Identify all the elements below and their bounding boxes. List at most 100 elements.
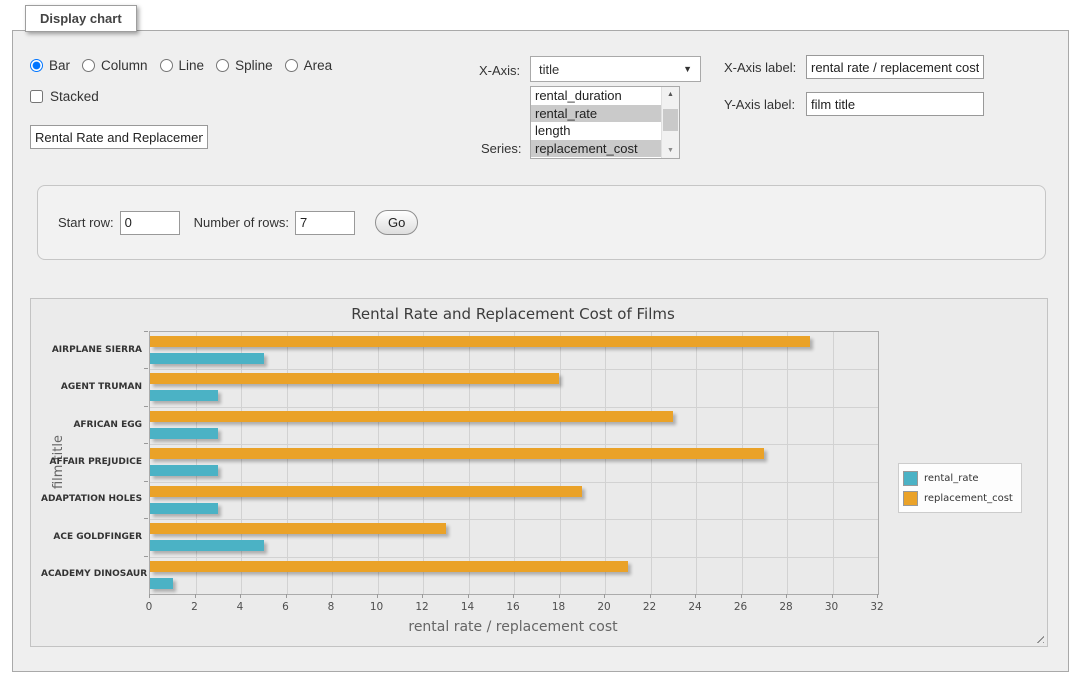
series-option-replacement_cost[interactable]: replacement_cost bbox=[531, 140, 662, 158]
gridline-horizontal bbox=[150, 519, 878, 520]
x-tick-mark bbox=[468, 594, 469, 598]
legend-label: rental_rate bbox=[924, 473, 979, 484]
gridline-horizontal bbox=[150, 369, 878, 370]
chart-type-label: Line bbox=[179, 58, 205, 73]
series-options: rental_durationrental_ratelengthreplacem… bbox=[531, 87, 662, 157]
scroll-down-icon[interactable]: ▼ bbox=[662, 143, 679, 158]
go-button[interactable]: Go bbox=[375, 210, 418, 235]
x-tick-mark bbox=[650, 594, 651, 598]
gridline-vertical bbox=[651, 332, 652, 594]
chart-type-radio-bar[interactable] bbox=[30, 59, 43, 72]
chart-type-radio-spline[interactable] bbox=[216, 59, 229, 72]
x-axis-label-input[interactable] bbox=[806, 55, 984, 79]
category-label: AFRICAN EGG bbox=[41, 420, 142, 430]
plot-area bbox=[149, 331, 879, 595]
legend-label: replacement_cost bbox=[924, 493, 1013, 504]
start-row-input[interactable] bbox=[120, 211, 180, 235]
chart-type-label: Spline bbox=[235, 58, 273, 73]
bar-rental_rate bbox=[150, 465, 218, 476]
start-row-label: Start row: bbox=[58, 215, 114, 230]
bar-rental_rate bbox=[150, 390, 218, 401]
x-tick-mark bbox=[195, 594, 196, 598]
chart-type-radio-group: BarColumnLineSplineArea bbox=[30, 58, 340, 73]
x-tick-label: 4 bbox=[225, 601, 255, 613]
bar-replacement_cost bbox=[150, 373, 559, 384]
category-label: AIRPLANE SIERRA bbox=[41, 345, 142, 355]
gridline-vertical bbox=[287, 332, 288, 594]
bar-replacement_cost bbox=[150, 523, 446, 534]
bar-replacement_cost bbox=[150, 486, 582, 497]
x-tick-label: 6 bbox=[271, 601, 301, 613]
category-label: ADAPTATION HOLES bbox=[41, 494, 142, 504]
stacked-label: Stacked bbox=[50, 89, 99, 104]
chart-type-radio-column[interactable] bbox=[82, 59, 95, 72]
x-tick-label: 20 bbox=[589, 601, 619, 613]
x-tick-mark bbox=[240, 594, 241, 598]
bar-replacement_cost bbox=[150, 411, 673, 422]
stacked-checkbox[interactable] bbox=[30, 90, 43, 103]
legend-swatch-icon bbox=[903, 491, 918, 506]
gridline-vertical bbox=[423, 332, 424, 594]
num-rows-label: Number of rows: bbox=[194, 215, 289, 230]
chart-type-radio-area[interactable] bbox=[285, 59, 298, 72]
x-tick-mark bbox=[877, 594, 878, 598]
gridline-horizontal bbox=[150, 444, 878, 445]
bar-replacement_cost bbox=[150, 448, 764, 459]
x-tick-mark bbox=[286, 594, 287, 598]
scroll-up-icon[interactable]: ▲ bbox=[662, 87, 679, 102]
chart-type-label: Area bbox=[304, 58, 333, 73]
category-label: AFFAIR PREJUDICE bbox=[41, 457, 142, 467]
x-tick-label: 24 bbox=[680, 601, 710, 613]
num-rows-input[interactable] bbox=[295, 211, 355, 235]
x-tick-label: 28 bbox=[771, 601, 801, 613]
gridline-vertical bbox=[241, 332, 242, 594]
x-tick-label: 16 bbox=[498, 601, 528, 613]
x-axis-select[interactable]: title ▼ bbox=[530, 56, 701, 82]
chart-type-radio-line[interactable] bbox=[160, 59, 173, 72]
x-tick-mark bbox=[786, 594, 787, 598]
gridline-vertical bbox=[605, 332, 606, 594]
gridline-vertical bbox=[196, 332, 197, 594]
x-tick-mark bbox=[832, 594, 833, 598]
category-label: AGENT TRUMAN bbox=[41, 382, 142, 392]
x-tick-label: 10 bbox=[362, 601, 392, 613]
gridline-horizontal bbox=[150, 557, 878, 558]
y-axis-label-input[interactable] bbox=[806, 92, 984, 116]
chart-title-input[interactable] bbox=[30, 125, 208, 149]
x-tick-label: 12 bbox=[407, 601, 437, 613]
x-axis-selected-value: title bbox=[539, 62, 559, 77]
x-tick-label: 0 bbox=[134, 601, 164, 613]
row-range-panel: Start row: Number of rows: Go bbox=[37, 185, 1046, 260]
y-tick-mark bbox=[144, 443, 148, 444]
bar-rental_rate bbox=[150, 428, 218, 439]
series-option-rental_duration[interactable]: rental_duration bbox=[531, 87, 662, 105]
bar-rental_rate bbox=[150, 540, 264, 551]
gridline-vertical bbox=[560, 332, 561, 594]
gridline-vertical bbox=[378, 332, 379, 594]
scrollbar-thumb[interactable] bbox=[663, 109, 678, 131]
x-tick-label: 8 bbox=[316, 601, 346, 613]
bar-replacement_cost bbox=[150, 561, 628, 572]
x-axis-title: rental rate / replacement cost bbox=[149, 619, 877, 635]
gridline-vertical bbox=[696, 332, 697, 594]
x-tick-label: 22 bbox=[635, 601, 665, 613]
bar-replacement_cost bbox=[150, 336, 810, 347]
y-tick-mark bbox=[144, 331, 148, 332]
x-tick-mark bbox=[513, 594, 514, 598]
series-option-length[interactable]: length bbox=[531, 122, 662, 140]
series-option-rental_rate[interactable]: rental_rate bbox=[531, 105, 662, 123]
bar-rental_rate bbox=[150, 353, 264, 364]
x-tick-mark bbox=[559, 594, 560, 598]
x-tick-mark bbox=[377, 594, 378, 598]
legend-row: rental_rate bbox=[903, 468, 1013, 488]
gridline-vertical bbox=[469, 332, 470, 594]
category-label: ACADEMY DINOSAUR bbox=[41, 569, 142, 579]
panel-tab-title: Display chart bbox=[25, 5, 137, 32]
category-label: ACE GOLDFINGER bbox=[41, 532, 142, 542]
chart-legend: rental_rate replacement_cost bbox=[898, 463, 1022, 513]
listbox-scrollbar[interactable]: ▲ ▼ bbox=[661, 87, 679, 158]
resize-grip-icon[interactable] bbox=[1033, 632, 1044, 643]
chart-type-option-line: Line bbox=[160, 58, 205, 73]
legend-swatch-icon bbox=[903, 471, 918, 486]
series-listbox[interactable]: rental_durationrental_ratelengthreplacem… bbox=[530, 86, 680, 159]
